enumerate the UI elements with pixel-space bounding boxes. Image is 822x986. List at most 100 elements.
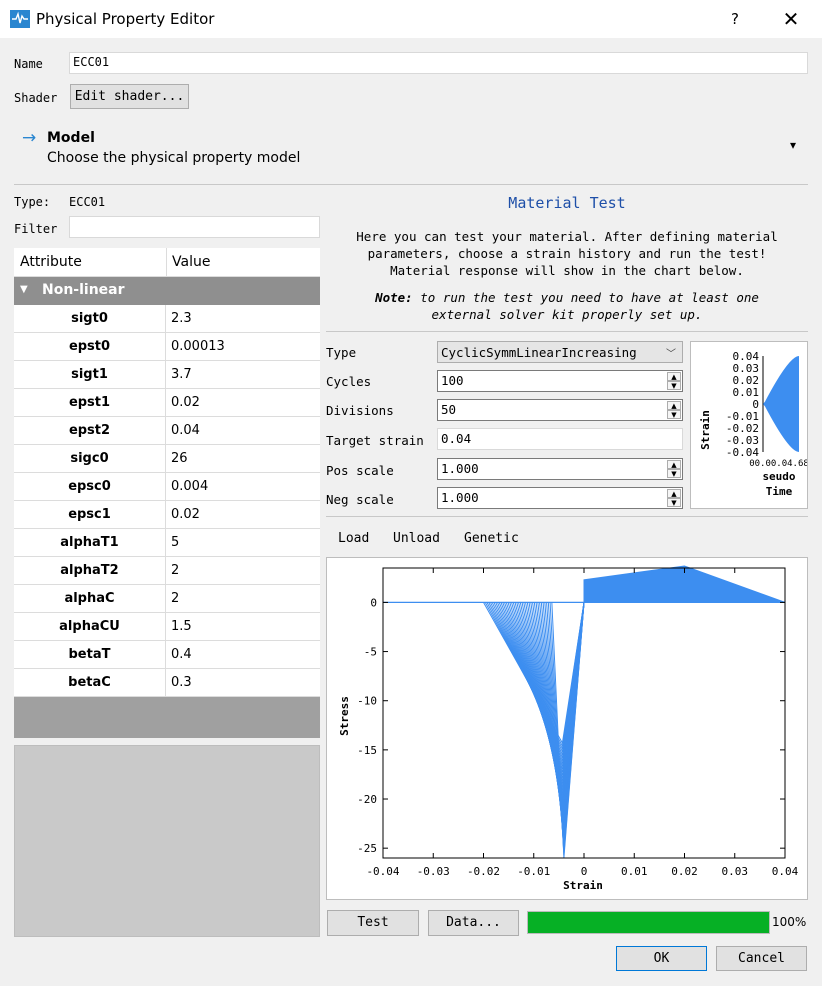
neg-scale-spinbox[interactable]: 1.000 ▲ ▼ [437,487,683,509]
divisions-spinbox[interactable]: 50 ▲ ▼ [437,399,683,421]
filter-input[interactable] [69,216,320,238]
attribute-value[interactable]: 1.5 [167,613,319,640]
table-row[interactable]: alphaT2 2 [14,557,320,585]
group-non-linear[interactable]: ▼ Non-linear [14,277,320,305]
table-row[interactable]: epst0 0.00013 [14,333,320,361]
description-panel [14,745,320,937]
note-line-1: to run the test you need to have at leas… [412,290,759,305]
attribute-name: alphaT2 [14,557,166,584]
spin-down-icon[interactable]: ▼ [667,381,681,390]
pos-scale-spinbox[interactable]: 1.000 ▲ ▼ [437,458,683,480]
type-field-label: Type [326,345,357,360]
x-tick-label: -0.03 [417,865,450,878]
table-row[interactable]: betaC 0.3 [14,669,320,697]
main-chart-ylabel: Stress [338,696,351,736]
note-line-2: external solver kit properly set up. [431,307,703,322]
spin-up-icon[interactable]: ▲ [667,401,681,410]
cycles-spinbox[interactable]: 100 ▲ ▼ [437,370,683,392]
model-selector[interactable]: → Model Choose the physical property mod… [14,122,808,176]
mini-chart-y-ticks: 0.040.030.020.010-0.01-0.02-0.03-0.04 [726,350,764,459]
edit-shader-button[interactable]: Edit shader... [70,84,189,109]
cancel-button[interactable]: Cancel [716,946,807,971]
attribute-name: sigt0 [14,305,166,332]
tab-load[interactable]: Load [338,531,369,546]
x-tick-label: 0.02 [671,865,698,878]
x-tick-label: 0.04 [772,865,799,878]
spin-up-icon[interactable]: ▲ [667,372,681,381]
x-tick-label: 0.01 [621,865,648,878]
target-strain-label: Target strain [326,433,424,448]
ok-button[interactable]: OK [616,946,707,971]
tab-unload[interactable]: Unload [393,531,440,546]
spin-down-icon[interactable]: ▼ [667,410,681,419]
x-tick-label: -0.02 [467,865,500,878]
y-tick-label: -5 [364,646,377,659]
stress-strain-chart: -0.04 -0.03 -0.02 -0.01 0 0.01 0.02 0.03 0.04 0 -… [326,557,808,900]
test-description: Here you can test your material. After d… [326,228,808,279]
table-row[interactable]: epsc0 0.004 [14,473,320,501]
attribute-value[interactable]: 0.3 [167,669,319,696]
mini-chart-xticks: 00.00.04.68 [749,459,808,469]
attribute-value[interactable]: 0.02 [167,501,319,528]
tab-genetic[interactable]: Genetic [464,531,519,546]
data-button[interactable]: Data... [428,910,519,936]
attribute-name: epst0 [14,333,166,360]
target-strain-input[interactable]: 0.04 [437,428,683,450]
table-row[interactable]: sigc0 26 [14,445,320,473]
filter-label: Filter [14,222,58,236]
attribute-value[interactable]: 5 [167,529,319,556]
help-button[interactable]: ? [720,6,750,32]
table-row[interactable]: alphaT1 5 [14,529,320,557]
spin-down-icon[interactable]: ▼ [667,498,681,507]
y-tick-label: -20 [357,793,377,806]
spin-arrows[interactable]: ▲ ▼ [667,460,681,478]
table-row[interactable]: epst2 0.04 [14,417,320,445]
chevron-down-icon: ﹀ [666,349,676,360]
attribute-name: sigt1 [14,361,166,388]
desc-line-3: Material response will show in the chart… [390,263,744,278]
attribute-name: betaT [14,641,166,668]
attribute-value[interactable]: 3.7 [167,361,319,388]
table-row[interactable]: sigt1 3.7 [14,361,320,389]
table-row[interactable]: epst1 0.02 [14,389,320,417]
attribute-value[interactable]: 26 [167,445,319,472]
attribute-value[interactable]: 0.04 [167,417,319,444]
close-button[interactable]: ✕ [776,6,806,32]
col-value[interactable]: Value [172,254,210,270]
table-row[interactable]: epsc1 0.02 [14,501,320,529]
mini-chart-xlabel-2: Time [766,485,793,498]
strain-history-chart: Strain 0.040.030.020.010-0.01-0.02-0.03-… [690,341,808,509]
neg-scale-label: Neg scale [326,492,394,507]
attribute-name: alphaT1 [14,529,166,556]
spin-up-icon[interactable]: ▲ [667,460,681,469]
attribute-value[interactable]: 0.00013 [167,333,319,360]
spin-arrows[interactable]: ▲ ▼ [667,372,681,390]
type-label: Type: [14,195,51,209]
spin-arrows[interactable]: ▲ ▼ [667,401,681,419]
table-row[interactable]: sigt0 2.3 [14,305,320,333]
spin-up-icon[interactable]: ▲ [667,489,681,498]
attribute-value[interactable]: 0.4 [167,641,319,668]
col-attribute[interactable]: Attribute [20,254,82,270]
spin-arrows[interactable]: ▲ ▼ [667,489,681,507]
table-row[interactable]: betaT 0.4 [14,641,320,669]
chevron-down-icon: ▾ [790,138,797,152]
attribute-value[interactable]: 2.3 [167,305,319,332]
type-select[interactable]: CyclicSymmLinearIncreasing ﹀ [437,341,683,363]
spin-down-icon[interactable]: ▼ [667,469,681,478]
neg-scale-value: 1.000 [441,490,479,505]
attribute-value[interactable]: 0.004 [167,473,319,500]
test-button[interactable]: Test [327,910,419,936]
group-label: Non-linear [42,282,125,298]
attribute-value[interactable]: 2 [167,557,319,584]
table-row[interactable]: alphaCU 1.5 [14,613,320,641]
table-row[interactable]: alphaC 2 [14,585,320,613]
y-tick-label: -10 [357,695,377,708]
name-input[interactable]: ECC01 [69,52,808,74]
mini-chart-xlabel: seudo [762,470,795,483]
attribute-name: alphaC [14,585,166,612]
attribute-value[interactable]: 0.02 [167,389,319,416]
divider [326,331,808,332]
note-bold: Note: [375,290,413,305]
attribute-value[interactable]: 2 [167,585,319,612]
